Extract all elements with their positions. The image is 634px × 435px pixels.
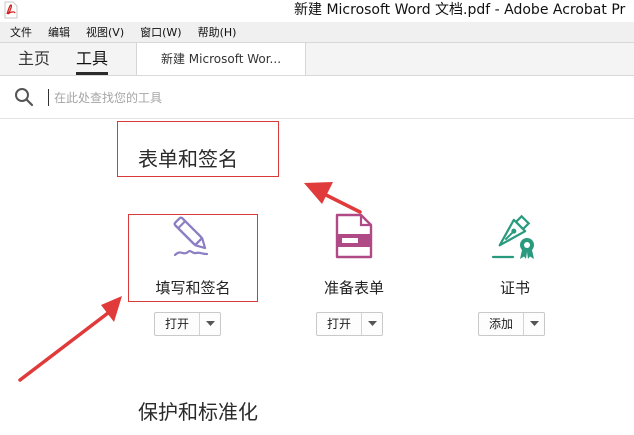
tool-label-certificates: 证书 (499, 279, 530, 297)
annotation-arrow-to-title (304, 182, 362, 214)
annotation-box-fill-sign (128, 214, 258, 302)
search-icon[interactable] (14, 87, 34, 107)
dropdown-arrow-button[interactable] (361, 313, 382, 335)
section-title-protect-standardize: 保护和标准化 (138, 400, 258, 424)
tool-prepare-form: 准备表单 打开 (289, 212, 419, 336)
open-button-label[interactable]: 打开 (317, 313, 361, 335)
open-button-fill-sign[interactable]: 打开 (154, 312, 222, 336)
menu-view[interactable]: 视图(V) (76, 24, 130, 40)
acrobat-logo-icon (4, 1, 18, 19)
dropdown-arrow-button[interactable] (523, 313, 544, 335)
search-input[interactable] (52, 86, 356, 110)
tool-label-prepare-form: 准备表单 (323, 279, 384, 297)
tool-certificates: 证书 添加 (450, 212, 580, 336)
chevron-down-icon (205, 321, 215, 326)
title-bar: 新建 Microsoft Word 文档.pdf - Adobe Acrobat… (0, 0, 634, 22)
chevron-down-icon (367, 321, 377, 326)
menu-bar: 文件 编辑 视图(V) 窗口(W) 帮助(H) (0, 22, 634, 43)
text-caret (48, 89, 49, 106)
dropdown-arrow-button[interactable] (199, 313, 220, 335)
window-title: 新建 Microsoft Word 文档.pdf - Adobe Acrobat… (294, 2, 626, 18)
chevron-down-icon (529, 321, 539, 326)
tool-search-bar (0, 76, 634, 119)
add-button-label[interactable]: 添加 (479, 313, 523, 335)
menu-window[interactable]: 窗口(W) (130, 24, 187, 40)
tab-home[interactable]: 主页 (18, 43, 50, 75)
tab-document[interactable]: 新建 Microsoft Wor... (136, 43, 306, 75)
menu-edit[interactable]: 编辑 (38, 24, 76, 40)
tab-bar: 主页 工具 新建 Microsoft Wor... (0, 43, 634, 76)
tab-tools[interactable]: 工具 (76, 43, 109, 75)
add-button-certificates[interactable]: 添加 (478, 312, 546, 336)
annotation-arrow-to-tool (18, 296, 122, 382)
certificate-pen-icon[interactable] (491, 212, 539, 260)
open-button-prepare-form[interactable]: 打开 (316, 312, 384, 336)
open-button-label[interactable]: 打开 (155, 313, 199, 335)
annotation-box-section-title (117, 121, 279, 177)
form-icon[interactable] (330, 212, 378, 260)
menu-file[interactable]: 文件 (0, 24, 38, 40)
menu-help[interactable]: 帮助(H) (188, 24, 243, 40)
